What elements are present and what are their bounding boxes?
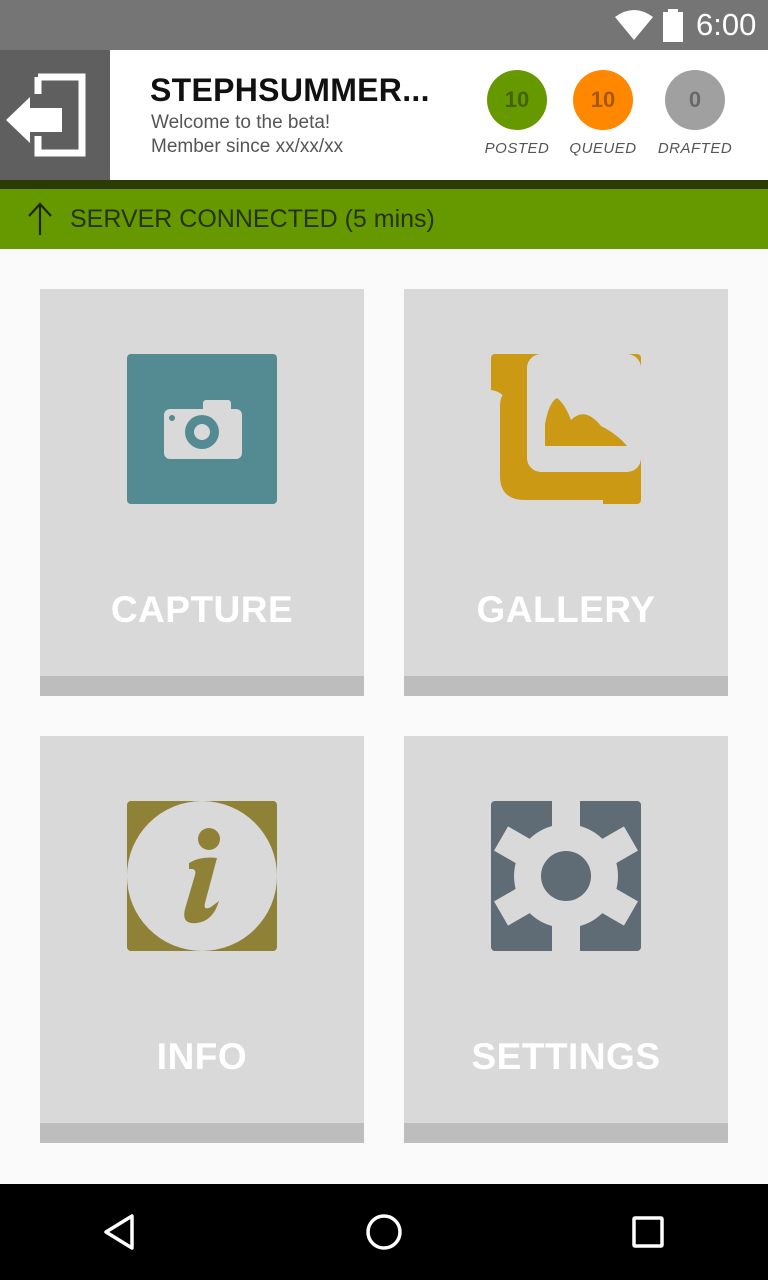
navigation-bar	[0, 1184, 768, 1280]
info-icon	[127, 801, 277, 951]
drafted-count: 0	[665, 70, 725, 130]
clock: 6:00	[696, 7, 757, 42]
info-label: INFO	[156, 1036, 248, 1077]
server-status-bar: SERVER CONNECTED (5 mins)	[0, 189, 768, 249]
logout-icon	[6, 73, 86, 157]
home-icon[interactable]	[360, 1208, 408, 1256]
queued-count: 10	[573, 70, 633, 130]
header-divider	[0, 180, 768, 189]
counter-posted: 10 POSTED	[477, 70, 557, 157]
back-icon[interactable]	[96, 1208, 144, 1256]
gallery-label: GALLERY	[476, 589, 656, 630]
capture-tile[interactable]: CAPTURE	[40, 289, 364, 696]
gallery-tile-footer	[404, 676, 728, 696]
member-since-text: Member since xx/xx/xx	[151, 136, 344, 157]
recents-icon[interactable]	[624, 1208, 672, 1256]
info-tile[interactable]: INFO	[40, 736, 364, 1143]
logout-button[interactable]	[0, 50, 110, 180]
info-tile-footer	[40, 1123, 364, 1143]
gear-icon	[491, 801, 641, 951]
gallery-tile[interactable]: GALLERY	[404, 289, 728, 696]
drafted-label: DRAFTED	[657, 140, 733, 157]
welcome-text: Welcome to the beta!	[151, 112, 331, 133]
camera-icon	[127, 354, 277, 504]
posted-count: 10	[487, 70, 547, 130]
wifi-icon	[615, 10, 653, 40]
posted-label: POSTED	[484, 140, 550, 157]
upload-arrow-icon	[28, 202, 52, 235]
capture-label: CAPTURE	[110, 589, 294, 630]
counter-queued: 10 QUEUED	[563, 70, 643, 157]
user-name: STEPHSUMMER...	[150, 72, 430, 108]
settings-tile-footer	[404, 1123, 728, 1143]
counter-drafted: 0 DRAFTED	[655, 70, 735, 157]
battery-icon	[663, 9, 683, 42]
settings-tile[interactable]: SETTINGS	[404, 736, 728, 1143]
capture-tile-footer	[40, 676, 364, 696]
queued-label: QUEUED	[569, 140, 637, 157]
server-status-text: SERVER CONNECTED (5 mins)	[70, 205, 435, 233]
status-bar: 6:00	[0, 0, 768, 50]
gallery-icon	[491, 354, 641, 504]
profile-header: STEPHSUMMER... Welcome to the beta! Memb…	[0, 50, 768, 180]
settings-label: SETTINGS	[471, 1036, 661, 1077]
